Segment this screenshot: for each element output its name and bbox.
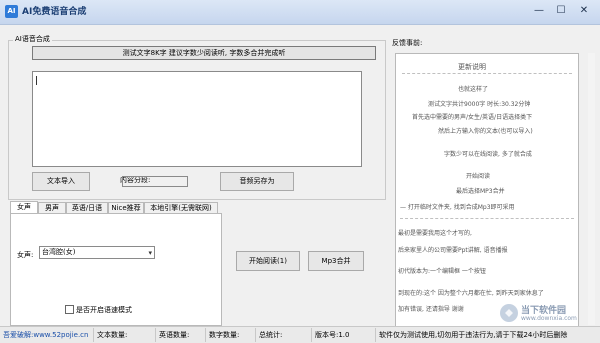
notes-footer-line: 初代版本为:一个编辑框 一个按钮 <box>398 268 486 275</box>
watermark: 当下软件园 www.downxia.com <box>499 302 591 324</box>
notes-footer-line: 到现在的:这个 因为整个六月都在忙, 到昨天到家休息了 <box>398 290 544 297</box>
notes-line: 首先选中需要的男声/女生/英语/日语选择类下 <box>412 114 533 121</box>
notes-line: — 打开临时文件夹, 找到合成Mp3即可采用 <box>400 204 515 211</box>
status-total: 总统计: <box>256 328 312 342</box>
voice-label: 女声: <box>17 251 34 259</box>
segment-field[interactable] <box>122 176 188 187</box>
chevron-down-icon[interactable]: ▾ <box>148 248 152 259</box>
save-audio-button[interactable]: 音频另存为 <box>220 172 294 191</box>
notes-footer-line: 加有错误, 还请指导 谢谢 <box>398 306 464 313</box>
import-text-button[interactable]: 文本导入 <box>32 172 90 191</box>
notes-footer-line: 最初是需要我用这个才写的, <box>398 230 472 237</box>
notes-line: 最后选择MP3合并 <box>456 188 505 195</box>
status-bar: 吾爱破解:www.52pojie.cn 文本数量: 英语数量: 数字数量: 总统… <box>0 326 600 343</box>
notes-line: 开始阅读 <box>466 173 491 180</box>
status-text-count: 文本数量: <box>94 328 156 342</box>
notes-panel: 更新说明 也就这样了 测试文字共计9000字 时长:30.32分钟 首先选中需要… <box>395 53 579 327</box>
fast-mode-label: 是否开启语速模式 <box>76 306 132 314</box>
mp3-merge-button[interactable]: Mp3合并 <box>308 251 364 271</box>
synthesis-group-title: AI语音合成 <box>13 34 52 44</box>
close-button[interactable]: ✕ <box>575 3 593 19</box>
maximize-button[interactable]: ☐ <box>552 3 570 19</box>
notes-group-title: 反馈事前: <box>390 38 425 48</box>
app-icon: AI <box>5 5 18 18</box>
status-number-count: 数字数量: <box>206 328 256 342</box>
status-english-count: 英语数量: <box>156 328 206 342</box>
app-window: AI AI免费语音合成 — ☐ ✕ AI语音合成 测试文字8K字 建议字数少阅读… <box>0 0 600 343</box>
voice-select[interactable]: 台湾腔(女) ▾ <box>39 246 155 259</box>
watermark-logo-icon <box>500 304 518 322</box>
text-input-area[interactable] <box>32 71 362 167</box>
notes-line: 也就这样了 <box>458 86 489 93</box>
window-title: AI免费语音合成 <box>22 7 87 17</box>
status-notice: 软件仅为测试使用,切勿用于违法行为,请于下载24小时后删除 <box>379 331 568 339</box>
status-link[interactable]: 吾爱破解:www.52pojie.cn <box>0 328 94 342</box>
voice-tab-panel: 女声: 台湾腔(女) ▾ 是否开启语速模式 <box>10 213 222 326</box>
minimize-button[interactable]: — <box>530 3 548 19</box>
hint-banner: 测试文字8K字 建议字数少阅读听, 字数多合并完成听 <box>32 46 376 60</box>
notes-line: 测试文字共计9000字 时长:30.32分钟 <box>428 101 531 108</box>
title-bar[interactable]: AI AI免费语音合成 — ☐ ✕ <box>0 0 600 25</box>
notes-heading: 更新说明 <box>458 63 486 71</box>
voice-select-value: 台湾腔(女) <box>42 248 76 256</box>
notes-scrollbar[interactable] <box>588 53 595 325</box>
notes-divider <box>400 218 574 219</box>
start-read-button[interactable]: 开始阅读(1) <box>236 251 300 271</box>
fast-mode-checkbox[interactable] <box>65 305 74 314</box>
notes-line: 字数少可以在线阅读, 多了就合成 <box>444 151 532 158</box>
status-version: 版本号:1.0 <box>312 328 376 342</box>
watermark-url: www.downxia.com <box>521 315 577 322</box>
notes-footer-line: 后来家里人的公司需要Ppt讲解, 语音播报 <box>398 247 508 254</box>
notes-divider <box>402 73 572 74</box>
text-caret <box>36 76 37 85</box>
notes-line: 然后上方输入你的文本(也可以导入) <box>438 128 533 135</box>
